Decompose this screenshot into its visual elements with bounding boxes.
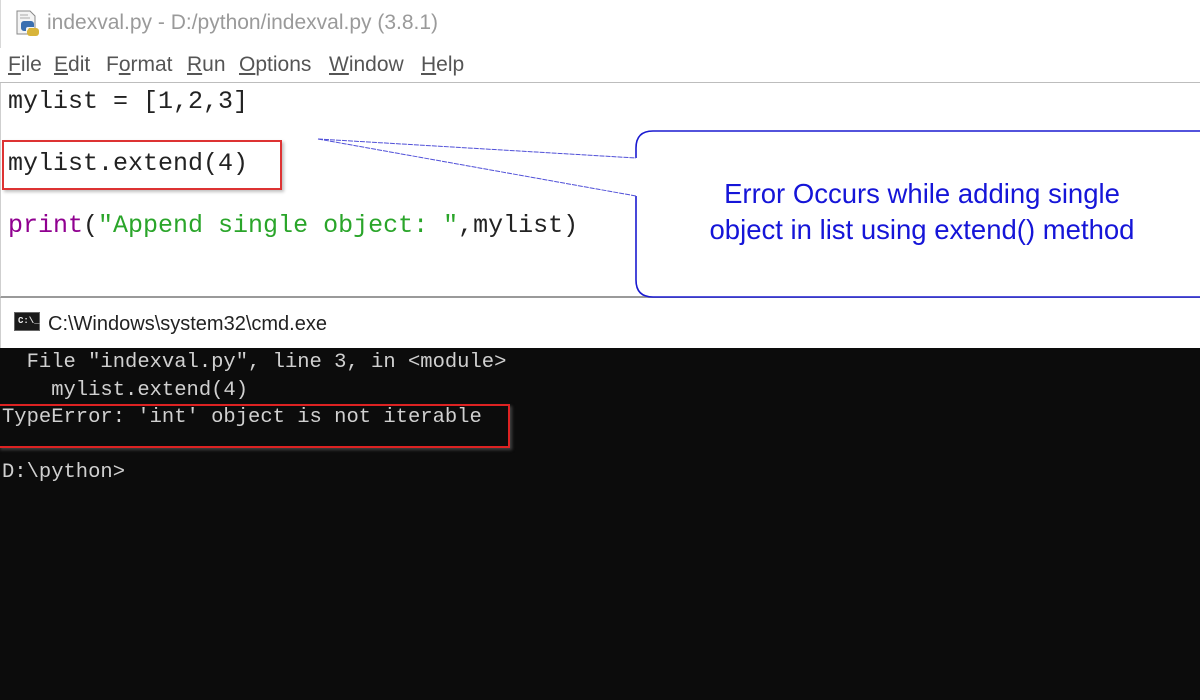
idle-titlebar: indexval.py - D:/python/indexval.py (3.8…	[0, 0, 1200, 48]
menu-options[interactable]: Options	[239, 53, 311, 77]
cmd-icon: C:\_	[14, 312, 40, 331]
cmd-window-title: C:\Windows\system32\cmd.exe	[48, 313, 327, 335]
highlight-box-type-error	[0, 404, 510, 448]
menu-run[interactable]: Run	[187, 53, 226, 77]
console-output[interactable]: File "indexval.py", line 3, in <module> …	[0, 348, 1200, 700]
menu-help[interactable]: Help	[421, 53, 464, 77]
cmd-titlebar: C:\_ C:\Windows\system32\cmd.exe	[0, 298, 1200, 348]
string-literal: "Append single object: "	[98, 211, 459, 240]
python-file-icon	[16, 10, 39, 36]
paren-open: (	[83, 211, 99, 240]
code-line-1: mylist = [1,2,3]	[8, 87, 249, 116]
console-line: mylist.extend(4)	[2, 379, 249, 402]
callout-text-line-1: Error Occurs while adding single	[724, 178, 1120, 209]
menu-edit[interactable]: Edit	[54, 53, 90, 77]
menu-format[interactable]: Format	[106, 53, 173, 77]
console-prompt: D:\python>	[2, 461, 126, 484]
menu-bar: File Edit Format Run Options Window Help	[0, 48, 1200, 83]
callout-text: Error Occurs while adding single object …	[642, 176, 1200, 248]
args-rest: ,mylist)	[458, 211, 579, 240]
highlight-box-extend-call	[2, 140, 282, 190]
console-line: File "indexval.py", line 3, in <module>	[2, 351, 507, 374]
code-line-3: print("Append single object: ",mylist)	[8, 211, 578, 240]
menu-window[interactable]: Window	[329, 53, 404, 77]
builtin-print: print	[8, 211, 84, 240]
menu-file[interactable]: File	[8, 53, 42, 77]
callout-text-line-2: object in list using extend() method	[709, 214, 1135, 245]
window-title: indexval.py - D:/python/indexval.py (3.8…	[47, 11, 439, 34]
